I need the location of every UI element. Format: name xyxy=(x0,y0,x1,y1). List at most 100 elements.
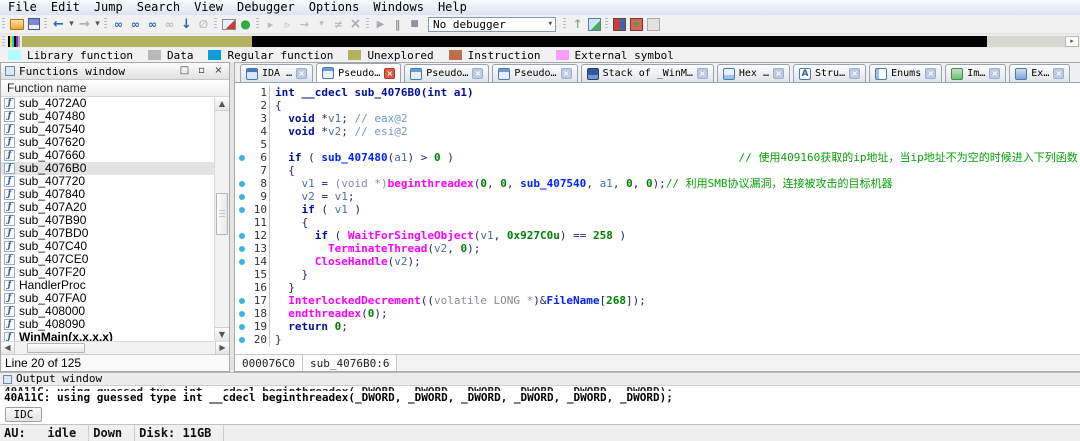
cancel-debug-icon[interactable] xyxy=(347,16,364,32)
chevron-down-icon[interactable]: ▾ xyxy=(548,19,553,29)
breakpoints-disabled-icon[interactable] xyxy=(645,16,662,32)
enable-tracing-icon[interactable] xyxy=(569,16,586,32)
tab-pseudo[interactable]: Pseudo… xyxy=(404,64,489,82)
tab-hex[interactable]: Hex … xyxy=(717,64,790,82)
code-line[interactable]: 16 } xyxy=(235,281,1080,294)
code-line[interactable]: 2{ xyxy=(235,99,1080,112)
vertical-scrollbar[interactable]: ▲ ▼ xyxy=(214,97,229,341)
tab-stru[interactable]: Stru… xyxy=(793,64,866,82)
menu-item-debugger[interactable]: Debugger xyxy=(231,0,303,15)
debug-run-icon[interactable] xyxy=(262,16,279,32)
code-line[interactable]: 3 void *v1; // eax@2 xyxy=(235,112,1080,125)
toolbar-grip[interactable] xyxy=(366,18,369,30)
open-recent-debug-icon[interactable] xyxy=(586,16,603,32)
functions-list[interactable]: ƒsub_4072A0ƒsub_407480ƒsub_407540ƒsub_40… xyxy=(1,97,229,341)
scroll-right-icon[interactable]: ▶ xyxy=(215,342,229,354)
tab-close-icon[interactable] xyxy=(849,68,860,79)
navband-scroll-button[interactable]: ▸ xyxy=(1065,36,1079,47)
float-window-icon[interactable]: ▫ xyxy=(195,64,208,78)
code-line[interactable]: 11 { xyxy=(235,216,1080,229)
debug-caret-icon[interactable] xyxy=(313,16,330,32)
debug-step-icon[interactable] xyxy=(296,16,313,32)
maximize-icon[interactable]: □ xyxy=(178,64,191,78)
tab-stackofwinm[interactable]: Stack of _WinM… xyxy=(581,64,714,82)
find-next-icon[interactable] xyxy=(144,16,161,32)
menu-item-file[interactable]: File xyxy=(2,0,45,15)
tab-enums[interactable]: Enums xyxy=(869,64,942,82)
save-icon[interactable] xyxy=(25,16,42,32)
scroll-up-icon[interactable]: ▲ xyxy=(215,97,229,111)
debug-detach-icon[interactable] xyxy=(330,16,347,32)
command-line-row[interactable]: IDC xyxy=(0,405,1080,424)
function-list-item[interactable]: ƒWinMain(x,x,x,x) xyxy=(1,331,214,341)
navband-segment-free[interactable] xyxy=(987,36,1065,47)
tab-close-icon[interactable] xyxy=(989,68,1000,79)
code-line[interactable]: 6 if ( sub_407480(a1) > 0 ) // 使用409160获… xyxy=(235,151,1080,164)
close-icon[interactable]: × xyxy=(212,64,225,78)
code-line[interactable]: 9 v2 = v1; xyxy=(235,190,1080,203)
navigation-band[interactable]: ▸ xyxy=(0,34,1080,48)
menu-item-view[interactable]: View xyxy=(188,0,231,15)
code-line[interactable]: 7 { xyxy=(235,164,1080,177)
code-line[interactable]: 15 } xyxy=(235,268,1080,281)
modules-icon[interactable] xyxy=(611,16,628,32)
menu-item-jump[interactable]: Jump xyxy=(88,0,131,15)
debug-pause-icon[interactable] xyxy=(279,16,296,32)
code-line[interactable]: 14 CloseHandle(v2); xyxy=(235,255,1080,268)
jump-address-icon[interactable] xyxy=(178,16,195,32)
start-process-icon[interactable] xyxy=(372,16,389,32)
tab-ida[interactable]: IDA … xyxy=(240,64,313,82)
hscrollbar-thumb[interactable] xyxy=(27,343,85,353)
find-binary-icon[interactable] xyxy=(110,16,127,32)
horizontal-scrollbar[interactable]: ◀ ▶ xyxy=(1,341,229,354)
code-line[interactable]: 12 if ( WaitForSingleObject(v1, 0x927C0u… xyxy=(235,229,1080,242)
toolbar-grip[interactable] xyxy=(563,18,566,30)
stop-process-icon[interactable] xyxy=(406,16,423,32)
run-analysis-icon[interactable] xyxy=(237,16,254,32)
code-line[interactable]: 10 if ( v1 ) xyxy=(235,203,1080,216)
find-text-icon[interactable] xyxy=(127,16,144,32)
search-disabled-icon[interactable] xyxy=(161,16,178,32)
code-line[interactable]: 5 xyxy=(235,138,1080,151)
tab-close-icon[interactable] xyxy=(697,68,708,79)
scrollbar-thumb[interactable] xyxy=(216,193,228,235)
toolbar-grip[interactable] xyxy=(2,36,5,47)
open-file-icon[interactable] xyxy=(8,16,25,32)
tab-close-icon[interactable] xyxy=(561,68,572,79)
code-line[interactable]: 8 v1 = (void *)beginthreadex(0, 0, sub_4… xyxy=(235,177,1080,190)
code-line[interactable]: 1int __cdecl sub_4076B0(int a1) xyxy=(235,86,1080,99)
color-instruction-icon[interactable] xyxy=(220,16,237,32)
code-line[interactable]: 17 InterlockedDecrement((volatile LONG *… xyxy=(235,294,1080,307)
scroll-left-icon[interactable]: ◀ xyxy=(1,342,15,354)
tab-close-icon[interactable] xyxy=(296,68,307,79)
tab-close-icon[interactable] xyxy=(773,68,784,79)
debugger-select[interactable]: No debugger▾ xyxy=(428,17,556,32)
code-line[interactable]: 4 void *v2; // esi@2 xyxy=(235,125,1080,138)
menu-item-options[interactable]: Options xyxy=(303,0,368,15)
scroll-down-icon[interactable]: ▼ xyxy=(215,327,229,341)
menu-item-windows[interactable]: Windows xyxy=(367,0,432,15)
tab-close-icon[interactable] xyxy=(472,68,483,79)
code-line[interactable]: 13 TerminateThread(v2, 0); xyxy=(235,242,1080,255)
new-breakpoint-icon[interactable] xyxy=(628,16,645,32)
tab-ex[interactable]: Ex… xyxy=(1009,64,1070,82)
code-line[interactable]: 18 endthreadex(0); xyxy=(235,307,1080,320)
navigate-forward-icon[interactable] xyxy=(76,16,93,32)
navigate-back-icon[interactable] xyxy=(50,16,67,32)
tab-im[interactable]: Im… xyxy=(945,64,1006,82)
tab-close-icon[interactable] xyxy=(1053,68,1064,79)
code-line[interactable]: 19 return 0; xyxy=(235,320,1080,333)
caret-down-icon[interactable] xyxy=(67,16,76,32)
menu-item-search[interactable]: Search xyxy=(131,0,188,15)
navband-segment-code[interactable] xyxy=(252,36,987,47)
pause-process-icon[interactable] xyxy=(389,16,406,32)
idc-button[interactable]: IDC xyxy=(5,407,42,422)
tab-pseudo[interactable]: Pseudo… xyxy=(492,64,577,82)
snapshot-disabled-icon[interactable] xyxy=(195,16,212,32)
pseudocode-view[interactable]: 1int __cdecl sub_4076B0(int a1)2{3 void … xyxy=(235,83,1080,354)
toolbar-grip[interactable] xyxy=(2,18,5,30)
functions-window-titlebar[interactable]: Functions window □ ▫ × xyxy=(1,63,229,80)
function-name-column-header[interactable]: Function name xyxy=(1,80,229,97)
code-line[interactable]: 20} xyxy=(235,333,1080,346)
tab-close-icon[interactable] xyxy=(925,68,936,79)
